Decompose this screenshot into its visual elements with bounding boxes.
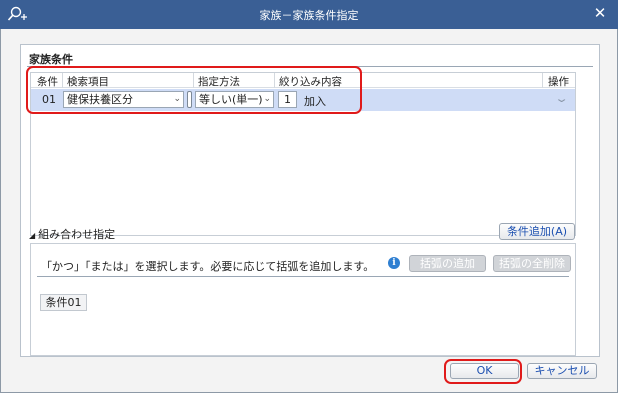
- add-paren-button[interactable]: 括弧の追加: [409, 255, 486, 272]
- section-title: 家族条件: [29, 53, 73, 66]
- info-icon: i: [388, 257, 400, 269]
- combination-divider: [37, 276, 569, 277]
- column-divider: [542, 73, 543, 88]
- add-condition-button[interactable]: 条件追加(A): [499, 223, 575, 240]
- row-menu-chevron-icon[interactable]: ⌄: [554, 92, 569, 105]
- cancel-button[interactable]: キャンセル: [527, 363, 597, 379]
- combination-message: 「かつ」「または」を選択します。必要に応じて括弧を追加します。: [41, 260, 375, 273]
- close-icon[interactable]: ✕: [592, 5, 608, 21]
- condition-chip[interactable]: 条件01: [40, 294, 87, 311]
- highlight-frame: [26, 66, 362, 114]
- combination-label: 組み合わせ指定: [38, 228, 116, 241]
- combination-toggle[interactable]: ◢ 組み合わせ指定: [29, 226, 115, 242]
- combination-box: 「かつ」「または」を選択します。必要に応じて括弧を追加します。 i 括弧の追加 …: [30, 243, 576, 356]
- title-bar: 家族－家族条件指定 ✕: [0, 0, 618, 29]
- highlight-frame: [444, 359, 522, 384]
- collapse-triangle-icon: ◢: [29, 231, 36, 240]
- delete-all-paren-button[interactable]: 括弧の全削除: [493, 255, 571, 272]
- header-operation: 操作: [548, 76, 569, 88]
- window-title: 家族－家族条件指定: [259, 9, 359, 22]
